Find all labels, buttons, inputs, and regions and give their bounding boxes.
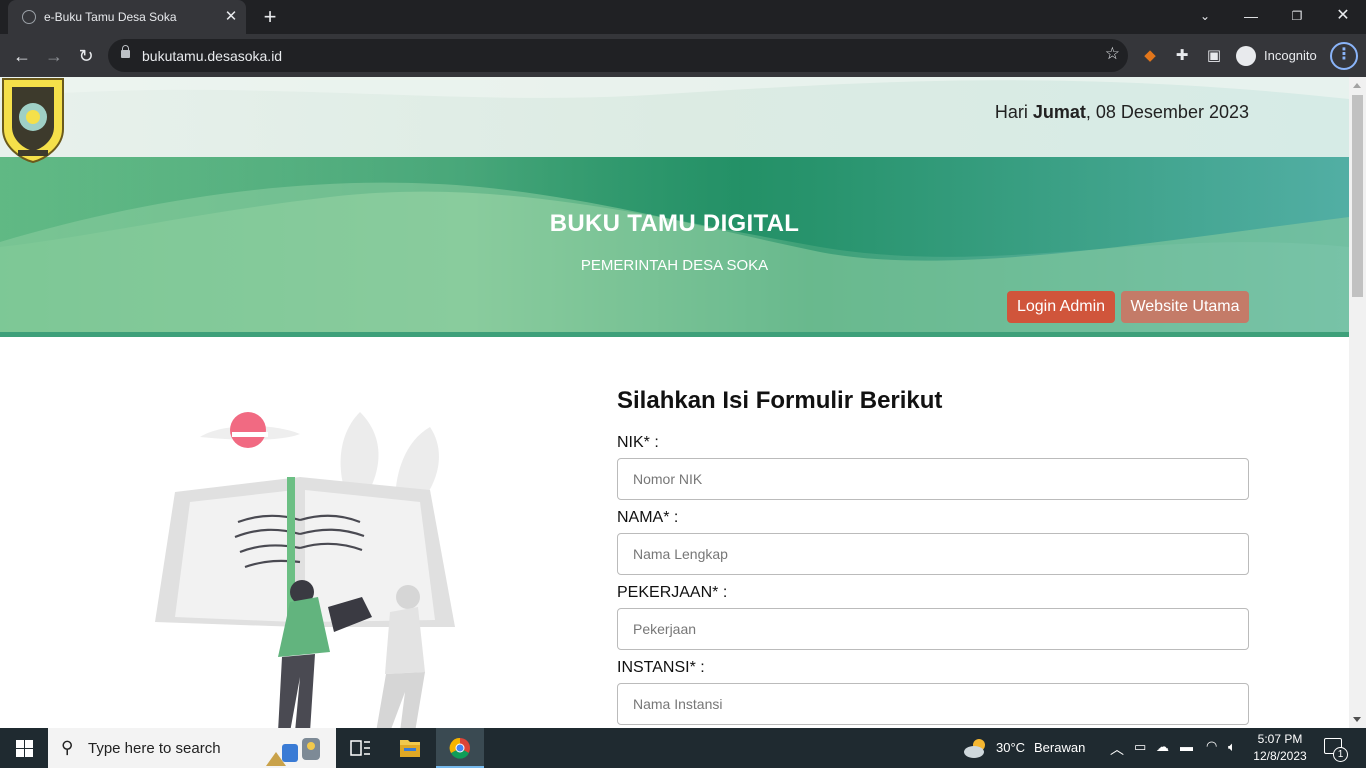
url-text[interactable]: bukutamu.desasoka.id <box>142 48 282 64</box>
weather-cloudy-icon[interactable] <box>962 737 990 759</box>
restore-button[interactable]: ❐ <box>1274 0 1320 34</box>
notification-count-badge: 1 <box>1333 747 1348 762</box>
scroll-down-arrow-icon[interactable] <box>1353 717 1361 722</box>
search-icon: ⚲ <box>61 738 74 757</box>
reading-book-illustration <box>155 412 455 728</box>
volume-icon[interactable]: 🔈︎ <box>1228 739 1236 755</box>
date-day: Jumat <box>1032 102 1086 122</box>
search-highlight-icon <box>266 738 320 766</box>
site-subtitle: PEMERINTAH DESA SOKA <box>580 257 769 274</box>
website-utama-button[interactable]: Website Utama <box>1121 291 1249 323</box>
windows-taskbar: ⚲ Type here to search 30°C Berawan ︿ ▭ ☁… <box>0 728 1366 768</box>
meet-now-icon[interactable]: ▭ <box>1134 739 1146 755</box>
windows-start-icon[interactable] <box>16 740 33 757</box>
file-explorer-icon[interactable] <box>386 728 434 768</box>
nik-input[interactable] <box>617 458 1249 500</box>
browser-tab[interactable]: e-Buku Tamu Desa Soka ✕ <box>8 0 246 34</box>
clock-date: 12/8/2023 <box>1253 749 1307 763</box>
taskbar-search-placeholder: Type here to search <box>88 740 221 757</box>
date-prefix: Hari <box>994 102 1033 122</box>
weather-description[interactable]: Berawan <box>1034 740 1085 755</box>
site-title: BUKU TAMU DIGITAL <box>549 210 800 237</box>
nama-label: NAMA* : <box>617 509 679 526</box>
address-bar[interactable]: bukutamu.desasoka.id ☆ <box>108 39 1128 72</box>
clock-time: 5:07 PM <box>1257 732 1303 746</box>
battery-icon[interactable]: ▬ <box>1180 739 1193 754</box>
new-tab-button[interactable]: + <box>258 6 282 28</box>
browser-menu-button[interactable]: ⋮ <box>1330 42 1358 70</box>
wifi-icon[interactable]: ◠ <box>1206 738 1217 754</box>
taskbar-clock[interactable]: 5:07 PM 12/8/2023 <box>1252 731 1308 765</box>
browser-tab-bar: e-Buku Tamu Desa Soka ✕ + ⌄ — ❐ ✕ <box>0 0 1366 34</box>
instansi-label: INSTANSI* : <box>617 659 705 676</box>
date-rest: , 08 Desember 2023 <box>1085 102 1249 122</box>
incognito-icon <box>1236 46 1256 66</box>
reload-button[interactable]: ↻ <box>72 42 100 70</box>
form-heading: Silahkan Isi Formulir Berikut <box>617 387 943 414</box>
taskbar-search-box[interactable]: ⚲ Type here to search <box>48 728 336 768</box>
back-button[interactable]: ← <box>8 42 36 70</box>
current-date: Hari Jumat, 08 Desember 2023 <box>995 102 1249 123</box>
tab-close-icon[interactable]: ✕ <box>222 8 240 26</box>
show-hidden-icons-chevron[interactable]: ︿ <box>1110 739 1124 759</box>
lock-icon[interactable] <box>121 45 130 58</box>
tab-search-chevron-icon[interactable]: ⌄ <box>1182 0 1228 34</box>
pekerjaan-label: PEKERJAAN* : <box>617 584 728 601</box>
page-scrollbar[interactable] <box>1349 77 1366 728</box>
bookmark-star-icon[interactable]: ☆ <box>1105 44 1120 64</box>
weather-temperature[interactable]: 30°C <box>996 740 1025 755</box>
window-close-button[interactable]: ✕ <box>1320 0 1366 34</box>
side-panel-icon[interactable]: ▣ <box>1204 46 1224 66</box>
incognito-indicator[interactable]: Incognito <box>1234 43 1326 69</box>
desa-soka-logo <box>1 78 64 163</box>
globe-icon <box>22 10 36 24</box>
header-banner: Hari Jumat, 08 Desember 2023 BUKU TAMU D… <box>0 77 1349 337</box>
extensions-puzzle-icon[interactable]: ✚ <box>1172 46 1192 66</box>
minimize-button[interactable]: — <box>1228 0 1274 34</box>
onedrive-icon[interactable]: ☁ <box>1156 739 1169 755</box>
scroll-up-arrow-icon[interactable] <box>1353 83 1361 88</box>
chrome-taskbar-icon[interactable] <box>436 728 484 768</box>
instansi-input[interactable] <box>617 683 1249 725</box>
forward-button[interactable]: → <box>40 42 68 70</box>
tab-title: e-Buku Tamu Desa Soka <box>44 10 177 24</box>
metamask-extension-icon[interactable]: ◆ <box>1140 46 1160 66</box>
nama-input[interactable] <box>617 533 1249 575</box>
pekerjaan-input[interactable] <box>617 608 1249 650</box>
task-view-icon[interactable] <box>336 728 384 768</box>
scrollbar-thumb[interactable] <box>1352 95 1363 297</box>
page-viewport: Hari Jumat, 08 Desember 2023 BUKU TAMU D… <box>0 77 1349 728</box>
incognito-label: Incognito <box>1264 48 1317 63</box>
nik-label: NIK* : <box>617 434 659 451</box>
browser-toolbar: ← → ↻ bukutamu.desasoka.id ☆ ◆ ✚ ▣ Incog… <box>0 34 1366 77</box>
login-admin-button[interactable]: Login Admin <box>1007 291 1115 323</box>
